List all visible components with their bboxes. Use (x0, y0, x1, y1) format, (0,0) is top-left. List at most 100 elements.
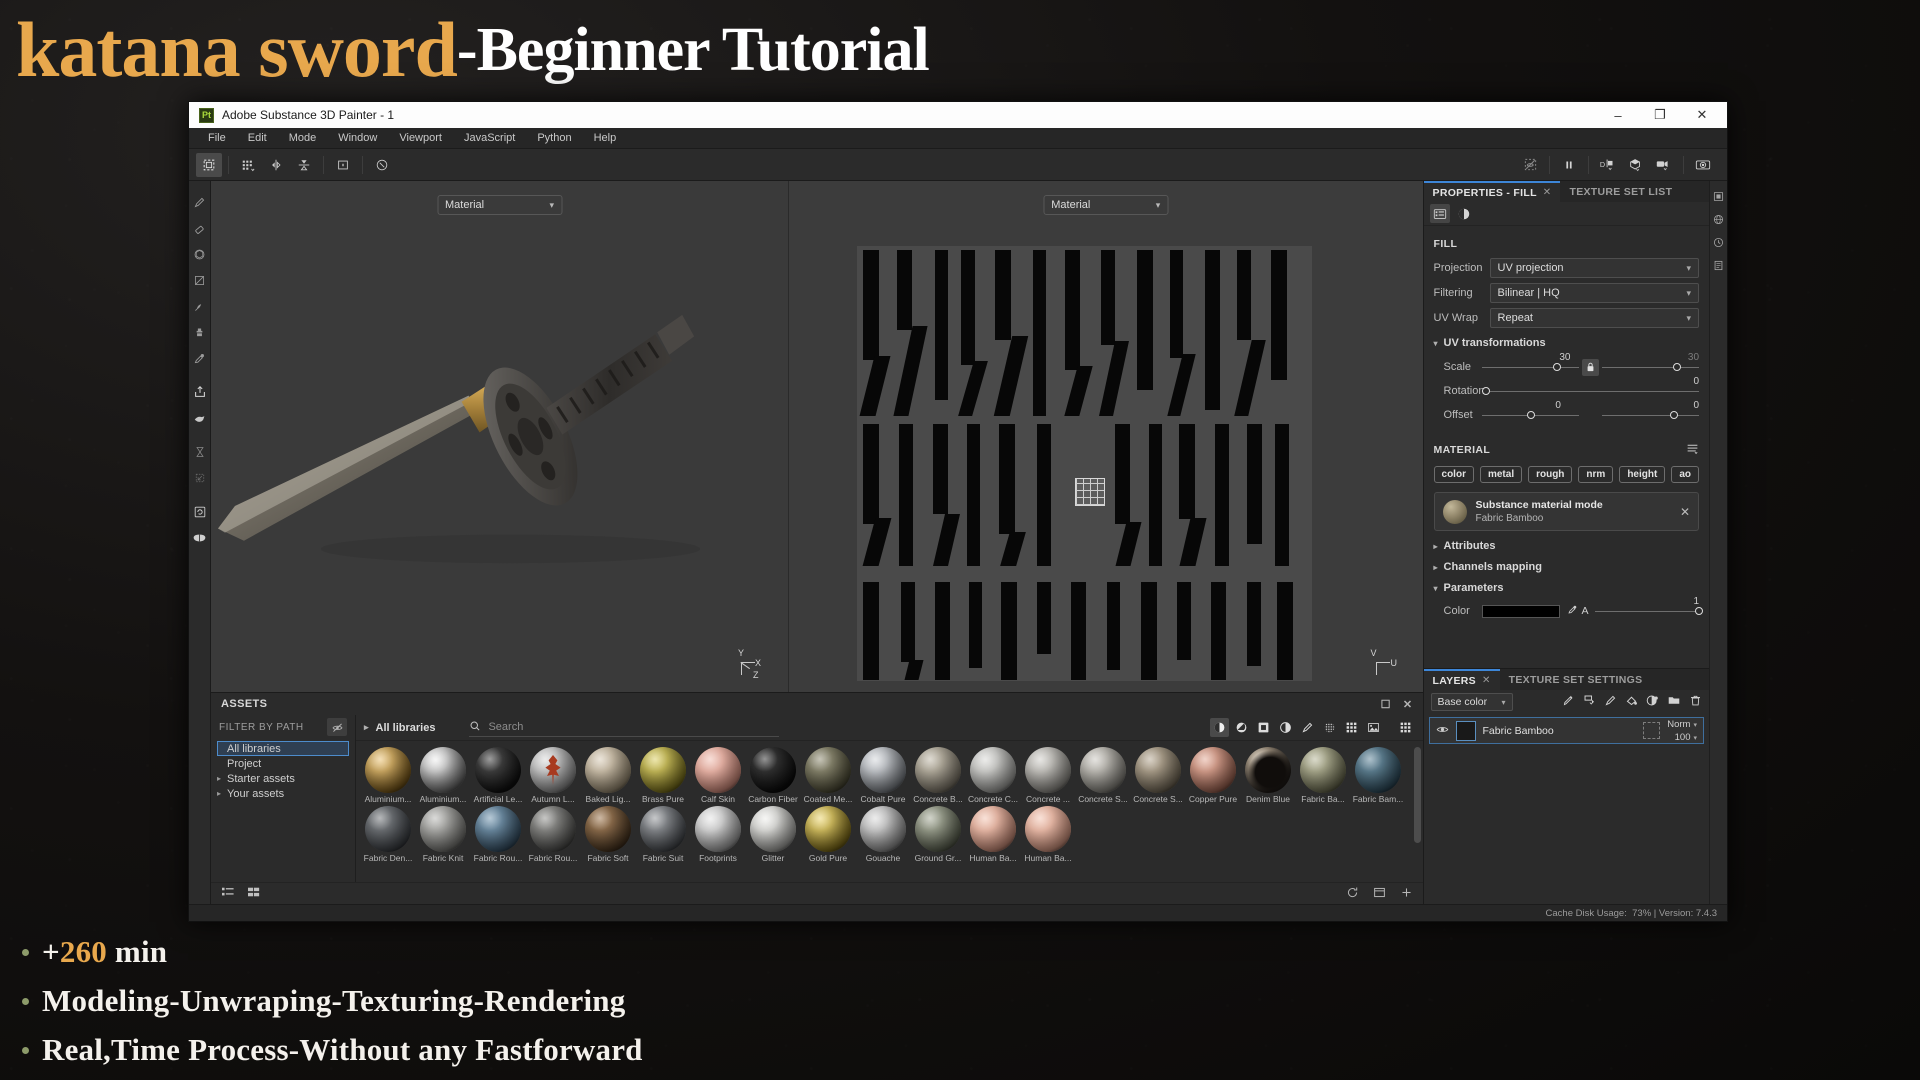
materials-filter-icon[interactable] (1210, 718, 1229, 737)
asset-cell[interactable]: Glitter (747, 806, 799, 863)
asset-cell[interactable]: Fabric Knit (417, 806, 469, 863)
detail-view-icon[interactable] (247, 886, 261, 901)
menu-javascript[interactable]: JavaScript (453, 128, 526, 149)
minimize-button[interactable]: – (1597, 102, 1639, 128)
chip-height[interactable]: height (1619, 466, 1665, 483)
layer-row[interactable]: Fabric Bamboo Norm▾ 100▾ (1429, 717, 1704, 744)
tab-properties-fill[interactable]: PROPERTIES - FILL ✕ (1424, 181, 1561, 202)
menu-edit[interactable]: Edit (237, 128, 278, 149)
asset-cell[interactable]: Denim Blue (1242, 747, 1294, 804)
menu-help[interactable]: Help (583, 128, 628, 149)
delete-layer-icon[interactable] (1689, 694, 1702, 710)
projection-icon[interactable] (190, 243, 210, 265)
asset-cell[interactable]: Calf Skin (692, 747, 744, 804)
offset-slider-left[interactable]: 0 (1482, 407, 1579, 423)
scale-slider-left[interactable]: 30 (1482, 359, 1579, 375)
close-icon[interactable]: ✕ (1543, 187, 1552, 198)
add-mask-icon[interactable] (1646, 694, 1659, 710)
symmetry-plane-icon[interactable] (291, 153, 317, 177)
assets-grid-wrap[interactable]: Aluminium...Aluminium...Artificial Le...… (356, 741, 1423, 882)
asset-cell[interactable]: Fabric Suit (637, 806, 689, 863)
chip-nrm[interactable]: nrm (1578, 466, 1613, 483)
filtering-select[interactable]: Bilinear | HQ ▾ (1490, 283, 1699, 303)
asset-cell[interactable]: Copper Pure (1187, 747, 1239, 804)
fill-properties-icon[interactable] (1430, 204, 1450, 223)
projection-select[interactable]: UV projection ▾ (1490, 258, 1699, 278)
asset-cell[interactable]: Fabric Den... (362, 806, 414, 863)
asset-cell[interactable]: Footprints (692, 806, 744, 863)
add-icon[interactable] (1400, 886, 1413, 902)
mesh-icon[interactable] (190, 527, 210, 549)
uv-transformations-header[interactable]: ▾ UV transformations (1434, 337, 1699, 349)
offset-slider-right[interactable]: 0 (1602, 407, 1699, 423)
viewport-3d[interactable]: Material ▾ Y X Z (211, 181, 789, 692)
eyedropper-icon[interactable] (190, 347, 210, 369)
layer-thumbnail[interactable] (1456, 721, 1476, 741)
layer-opacity[interactable]: 100▾ (1675, 732, 1697, 743)
asset-cell[interactable]: Aluminium... (417, 747, 469, 804)
asset-cell[interactable]: Human Ba... (967, 806, 1019, 863)
asset-cell[interactable]: Autumn L... (527, 747, 579, 804)
smart-materials-filter-icon[interactable] (1232, 718, 1251, 737)
search-input[interactable]: Search (469, 718, 779, 737)
menu-viewport[interactable]: Viewport (388, 128, 453, 149)
scale-slider-right[interactable]: 30 (1602, 359, 1699, 375)
screenshot-icon[interactable] (1690, 153, 1716, 177)
pause-icon[interactable] (1556, 153, 1582, 177)
alphas-filter-icon[interactable] (1320, 718, 1339, 737)
viewport-3d-material-select[interactable]: Material ▾ (437, 195, 562, 215)
asset-cell[interactable]: Fabric Rou... (527, 806, 579, 863)
hide-filter-icon[interactable] (327, 718, 347, 736)
asset-cell[interactable]: Brass Pure (637, 747, 689, 804)
material-preview-icon[interactable] (1454, 204, 1474, 223)
channels-mapping-header[interactable]: ▸ Channels mapping (1434, 561, 1699, 573)
eraser-icon[interactable] (190, 217, 210, 239)
add-fill-layer-icon[interactable] (1583, 694, 1596, 710)
textures-filter-icon[interactable] (1342, 718, 1361, 737)
menu-mode[interactable]: Mode (278, 128, 328, 149)
symmetry-icon[interactable] (263, 153, 289, 177)
asset-cell[interactable]: Baked Lig... (582, 747, 634, 804)
asset-cell[interactable]: Artificial Le... (472, 747, 524, 804)
asset-cell[interactable]: Fabric Soft (582, 806, 634, 863)
menu-window[interactable]: Window (327, 128, 388, 149)
tree-item-project[interactable]: Project (217, 756, 349, 771)
viewport-settings-icon[interactable] (1713, 191, 1724, 205)
substance-material-card[interactable]: Substance material mode Fabric Bamboo ✕ (1434, 492, 1699, 531)
geometry-decal-icon[interactable] (190, 269, 210, 291)
asset-cell[interactable]: Carbon Fiber (747, 747, 799, 804)
selection-icon[interactable] (196, 153, 222, 177)
asset-cell[interactable]: Concrete ... (1022, 747, 1074, 804)
tree-item-your-assets[interactable]: ▸ Your assets (217, 786, 349, 801)
grid-icon[interactable] (235, 153, 261, 177)
asset-cell[interactable]: Cobalt Pure (857, 747, 909, 804)
asset-cell[interactable]: Aluminium... (362, 747, 414, 804)
asset-cell[interactable]: Concrete B... (912, 747, 964, 804)
asset-cell[interactable]: Concrete S... (1077, 747, 1129, 804)
menu-file[interactable]: File (197, 128, 237, 149)
channel-select[interactable]: Base color ▾ (1431, 693, 1513, 711)
asset-cell[interactable]: Fabric Rou... (472, 806, 524, 863)
layer-mask-slot[interactable] (1643, 722, 1660, 739)
menu-python[interactable]: Python (526, 128, 582, 149)
tab-texture-set-list[interactable]: TEXTURE SET LIST (1560, 181, 1681, 202)
shading-icon[interactable] (1623, 153, 1649, 177)
layer-blend-mode[interactable]: Norm▾ (1667, 719, 1697, 730)
eyedropper-icon-2[interactable] (1567, 604, 1578, 618)
add-folder-icon[interactable] (1667, 694, 1681, 710)
asset-cell[interactable]: Coated Me... (802, 747, 854, 804)
asset-cell[interactable]: Concrete S... (1132, 747, 1184, 804)
smart-masks-filter-icon[interactable] (1276, 718, 1295, 737)
new-window-icon[interactable] (1373, 886, 1386, 902)
tab-texture-set-settings[interactable]: TEXTURE SET SETTINGS (1500, 669, 1652, 690)
chip-metal[interactable]: metal (1480, 466, 1522, 483)
export-icon[interactable] (190, 381, 210, 403)
add-effect-icon[interactable] (1562, 694, 1575, 710)
chip-ao[interactable]: ao (1671, 466, 1699, 483)
list-view-icon[interactable] (221, 886, 235, 901)
maximize-panel-icon[interactable]: ☐ (1381, 698, 1391, 711)
brushes-filter-icon[interactable] (1298, 718, 1317, 737)
tab-layers[interactable]: LAYERS ✕ (1424, 669, 1500, 690)
attributes-header[interactable]: ▸ Attributes (1434, 540, 1699, 552)
alpha-slider[interactable]: 1 (1595, 603, 1699, 619)
